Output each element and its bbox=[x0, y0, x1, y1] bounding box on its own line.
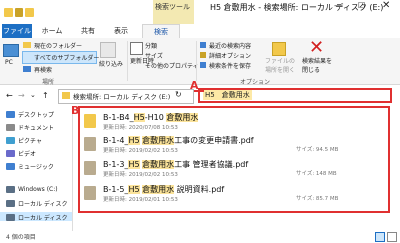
back-arrow-icon[interactable]: ← bbox=[6, 91, 13, 100]
group-separator bbox=[196, 41, 197, 81]
nav-item-label: ミュージック bbox=[18, 164, 54, 171]
save-search-button[interactable]: 検索条件を保存 bbox=[209, 61, 251, 70]
calendar-icon bbox=[130, 42, 143, 55]
nav-item-label: ビデオ bbox=[18, 151, 37, 158]
result-name[interactable]: B-1-B4_H5-H10 倉敷用水 bbox=[103, 112, 199, 123]
status-bar bbox=[0, 231, 400, 243]
refine-icon bbox=[100, 42, 116, 58]
forward-arrow-icon[interactable]: → bbox=[18, 91, 25, 100]
result-modified-date: 更新日時: 2019/02/02 10:53 bbox=[103, 148, 178, 154]
nav-item[interactable]: デスクトップ bbox=[6, 110, 54, 119]
result-size: サイズ: 148 MB bbox=[296, 171, 337, 177]
nav-item[interactable]: ミュージック bbox=[6, 162, 54, 171]
callout-a-arrow bbox=[194, 90, 204, 92]
nav-item-label: Windows (C:) bbox=[18, 186, 58, 193]
recent-searches-button[interactable]: 最近の検索内容 bbox=[209, 41, 251, 50]
tab-search[interactable]: 検索 bbox=[142, 24, 180, 39]
pdf-file-icon bbox=[84, 161, 96, 175]
result-name[interactable]: B-1-5_H5 倉敷用水 説明資料.pdf bbox=[103, 184, 224, 195]
size-button[interactable]: サイズ bbox=[145, 51, 163, 60]
result-row[interactable]: B-1-5_H5 倉敷用水 説明資料.pdf 更新日時: 2019/02/01 1… bbox=[84, 184, 384, 206]
nav-item[interactable]: Windows (C:) bbox=[6, 186, 58, 193]
ribbon: PC 現在のフォルダー すべてのサブフォルダー 再検索 絞り込み 場所 更新日時… bbox=[0, 37, 400, 86]
search-location-icon bbox=[62, 92, 70, 99]
folder-icon bbox=[84, 114, 96, 128]
recent-search-icon bbox=[200, 42, 206, 48]
open-location-button[interactable]: ファイルの場所を開く bbox=[265, 56, 297, 74]
close-search-button[interactable]: 検索結果を閉じる bbox=[302, 56, 332, 74]
result-size: サイズ: 85.7 MB bbox=[296, 196, 339, 202]
chevron-down-icon[interactable]: ⌄ bbox=[30, 91, 36, 99]
pc-icon[interactable] bbox=[3, 44, 19, 57]
nav-item[interactable]: ドキュメント bbox=[6, 123, 54, 132]
search-tools-label: 検索ツール bbox=[155, 3, 190, 11]
nav-item[interactable]: ピクチャ bbox=[6, 136, 42, 145]
nav-item[interactable]: ローカル ディスク bbox=[6, 213, 68, 222]
item-count: 4 個の項目 bbox=[6, 234, 36, 241]
nav-item-label: ローカル ディスク bbox=[18, 215, 68, 222]
result-name[interactable]: B-1-3_H5 倉敷用水工事 管理者協議.pdf bbox=[103, 159, 248, 170]
drive-icon bbox=[6, 186, 15, 193]
drive-icon bbox=[6, 163, 15, 170]
result-name[interactable]: B-1-4_H5 倉敷用水工事の変更申請書.pdf bbox=[103, 135, 254, 146]
quick-access-toolbar bbox=[4, 4, 35, 20]
result-modified-date: 更新日時: 2019/02/02 10:53 bbox=[103, 172, 178, 178]
kind-button[interactable]: 分類 bbox=[145, 41, 157, 50]
result-modified-date: 更新日時: 2020/07/08 10:53 bbox=[103, 125, 178, 131]
all-subfolders-label[interactable]: すべてのサブフォルダー bbox=[34, 53, 99, 62]
tab-home[interactable]: ホーム bbox=[38, 24, 66, 38]
ribbon-tabs: ファイル ホーム 共有 表示 検索 bbox=[0, 24, 400, 39]
nav-item-label: ドキュメント bbox=[18, 125, 55, 132]
tab-file[interactable]: ファイル bbox=[2, 24, 32, 38]
nav-item-label: デスクトップ bbox=[18, 112, 55, 119]
refine-label[interactable]: 絞り込み bbox=[99, 59, 123, 68]
group-location-label: 場所 bbox=[42, 79, 55, 86]
advanced-options-button[interactable]: 詳細オプション bbox=[209, 51, 251, 60]
drive-icon bbox=[6, 137, 15, 144]
result-size: サイズ: 94.5 MB bbox=[296, 147, 339, 153]
result-modified-date: 更新日時: 2019/02/01 10:53 bbox=[103, 197, 178, 203]
pdf-file-icon bbox=[84, 137, 96, 151]
tab-view[interactable]: 表示 bbox=[107, 24, 135, 38]
close-button[interactable]: ✕ bbox=[382, 0, 390, 11]
close-search-icon[interactable]: ✕ bbox=[309, 37, 324, 58]
nav-item[interactable]: ビデオ bbox=[6, 149, 36, 158]
open-location-icon bbox=[272, 42, 286, 56]
result-row[interactable]: B-1-4_H5 倉敷用水工事の変更申請書.pdf 更新日時: 2019/02/0… bbox=[84, 135, 384, 157]
folder-icon[interactable] bbox=[4, 7, 13, 17]
nav-item-label: ローカル ディスク bbox=[18, 201, 68, 208]
search-again-icon bbox=[23, 66, 31, 72]
large-icons-view-icon[interactable] bbox=[387, 232, 397, 242]
callout-b: B bbox=[71, 104, 80, 117]
save-search-icon bbox=[200, 62, 206, 68]
pdf-file-icon bbox=[84, 186, 96, 200]
other-properties-button[interactable]: その他のプロパティ bbox=[145, 61, 199, 70]
nav-item[interactable]: ローカル ディスク bbox=[6, 199, 68, 208]
drive-icon bbox=[6, 124, 15, 131]
group-separator bbox=[127, 41, 128, 81]
folder-icon bbox=[23, 42, 31, 48]
result-row[interactable]: B-1-B4_H5-H10 倉敷用水更新日時: 2020/07/08 10:53 bbox=[84, 112, 384, 134]
minimize-button[interactable]: — bbox=[334, 1, 343, 11]
drive-icon bbox=[6, 111, 15, 118]
search-query[interactable]: H5 倉敷用水 bbox=[203, 90, 252, 100]
result-row[interactable]: B-1-3_H5 倉敷用水工事 管理者協議.pdf 更新日時: 2019/02/0… bbox=[84, 159, 384, 181]
group-options-label: オプション bbox=[240, 79, 271, 86]
drive-icon bbox=[6, 214, 15, 221]
tab-share[interactable]: 共有 bbox=[74, 24, 102, 38]
properties-icon[interactable] bbox=[14, 7, 24, 17]
search-again-button[interactable]: 再検索 bbox=[34, 65, 52, 74]
details-view-icon[interactable] bbox=[375, 232, 385, 242]
drive-icon bbox=[6, 200, 15, 207]
pc-label[interactable]: PC bbox=[5, 59, 13, 66]
refresh-icon[interactable]: ↻ bbox=[175, 90, 182, 99]
address-path[interactable]: 検索場所: ローカル ディスク (E:) bbox=[73, 91, 170, 101]
up-arrow-icon[interactable]: ↑ bbox=[42, 91, 49, 100]
maximize-button[interactable]: ☐ bbox=[358, 1, 365, 10]
drive-icon bbox=[6, 150, 15, 157]
nav-item-label: ピクチャ bbox=[18, 138, 42, 145]
new-folder-icon[interactable] bbox=[25, 7, 35, 17]
current-folder-button[interactable]: 現在のフォルダー bbox=[34, 41, 82, 50]
advanced-options-icon bbox=[200, 52, 206, 58]
